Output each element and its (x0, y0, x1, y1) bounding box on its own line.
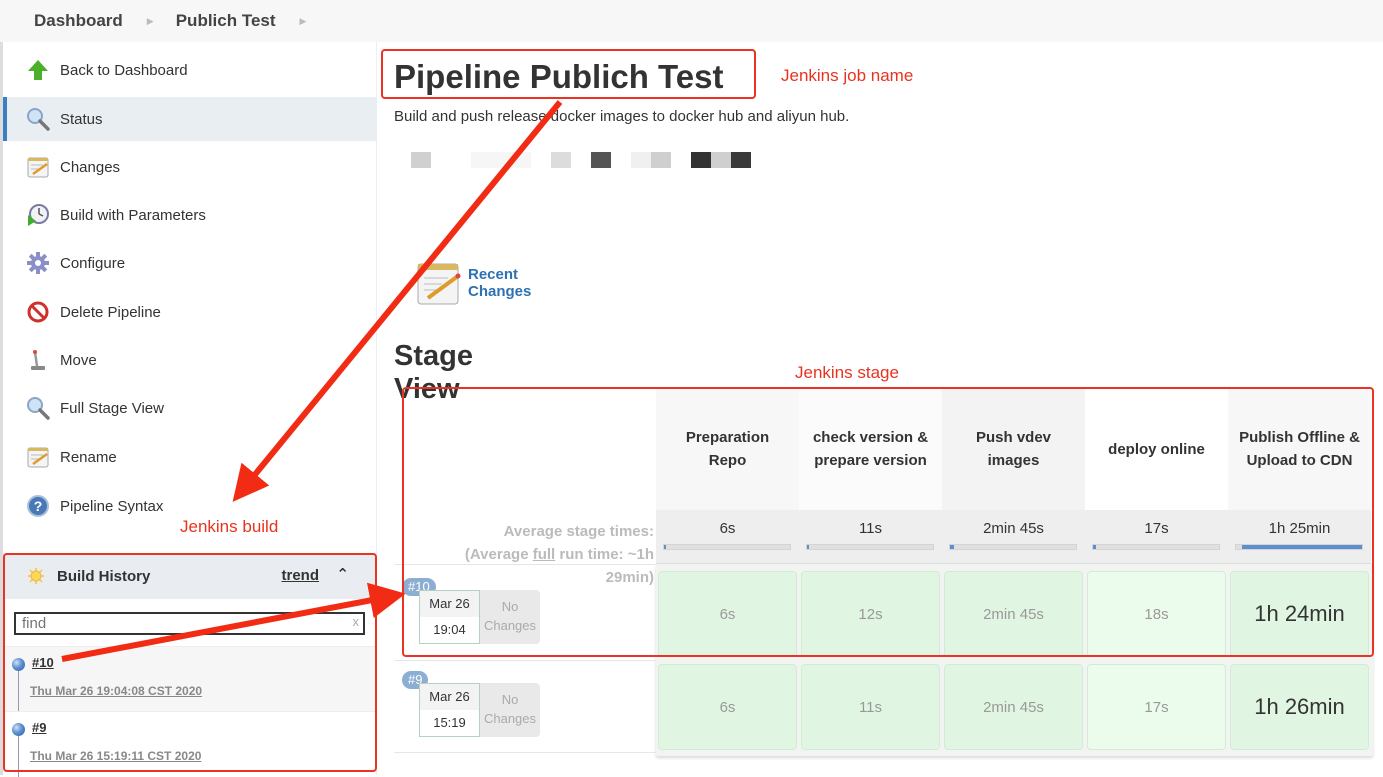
joystick-icon (25, 347, 51, 373)
sidebar-item-label: Pipeline Syntax (60, 497, 164, 515)
notepad-icon (25, 154, 51, 180)
sidebar-item-configure[interactable]: Configure (3, 241, 377, 285)
stage-cell[interactable]: 1h 26min (1230, 664, 1369, 750)
notepad-icon (25, 444, 51, 470)
run-changes[interactable]: No Changes (480, 683, 540, 737)
no-entry-icon (25, 299, 51, 325)
sidebar-item-move[interactable]: Move (3, 338, 377, 382)
sidebar-item-build-with-parameters[interactable]: Build with Parameters (3, 193, 377, 237)
sidebar-item-full-stage-view[interactable]: Full Stage View (3, 386, 377, 430)
help-icon: ? (25, 493, 51, 519)
breadcrumb-separator-icon[interactable]: ▶ (300, 16, 307, 27)
sidebar-item-label: Delete Pipeline (60, 303, 161, 321)
sidebar-item-back-to-dashboard[interactable]: Back to Dashboard (3, 48, 377, 92)
annotation-job-name-box (381, 49, 756, 99)
magnifier-icon (25, 395, 51, 421)
job-description: Build and push release docker images to … (394, 108, 850, 125)
sidebar-item-label: Full Stage View (60, 399, 164, 417)
svg-text:?: ? (34, 498, 43, 514)
annotation-job-name-label: Jenkins job name (781, 66, 914, 85)
sidebar-item-label: Rename (60, 448, 117, 466)
up-arrow-icon (25, 57, 51, 83)
notepad-icon (414, 258, 464, 308)
sidebar-item-rename[interactable]: Rename (3, 435, 377, 479)
sidebar-item-label: Changes (60, 158, 121, 176)
breadcrumb: Dashboard ▶ Publich Test ▶ (0, 0, 1383, 42)
row-divider (394, 660, 656, 661)
recent-changes[interactable]: Recent Changes (414, 258, 531, 308)
annotation-stage-box (402, 387, 1374, 657)
stage-cell[interactable]: 17s (1087, 664, 1226, 750)
sidebar-item-changes[interactable]: Changes (3, 145, 377, 189)
stage-cell[interactable]: 11s (801, 664, 940, 750)
annotation-build-box (3, 553, 377, 772)
sidebar-item-label: Back to Dashboard (60, 61, 188, 79)
run-date[interactable]: Mar 26 15:19 (419, 683, 480, 737)
clock-play-icon (25, 202, 51, 228)
annotation-stage-label: Jenkins stage (795, 363, 899, 382)
stage-cell[interactable]: 6s (658, 664, 797, 750)
sidebar-item-delete-pipeline[interactable]: Delete Pipeline (3, 290, 377, 334)
gear-icon (25, 250, 51, 276)
stage-cell[interactable]: 2min 45s (944, 664, 1083, 750)
sidebar-item-label: Status (60, 110, 103, 128)
sidebar-item-status[interactable]: Status (3, 97, 377, 141)
sidebar-item-label: Move (60, 351, 97, 369)
breadcrumb-dashboard[interactable]: Dashboard (34, 11, 123, 31)
annotation-build-label: Jenkins build (180, 517, 279, 536)
redacted-content (411, 152, 791, 168)
row-divider (394, 752, 656, 753)
breadcrumb-separator-icon[interactable]: ▶ (147, 16, 154, 27)
sidebar-item-label: Build with Parameters (60, 206, 206, 224)
breadcrumb-job[interactable]: Publich Test (176, 11, 276, 31)
sidebar-item-label: Configure (60, 254, 126, 272)
magnifier-icon (25, 106, 51, 132)
recent-changes-link[interactable]: Recent Changes (468, 266, 531, 300)
